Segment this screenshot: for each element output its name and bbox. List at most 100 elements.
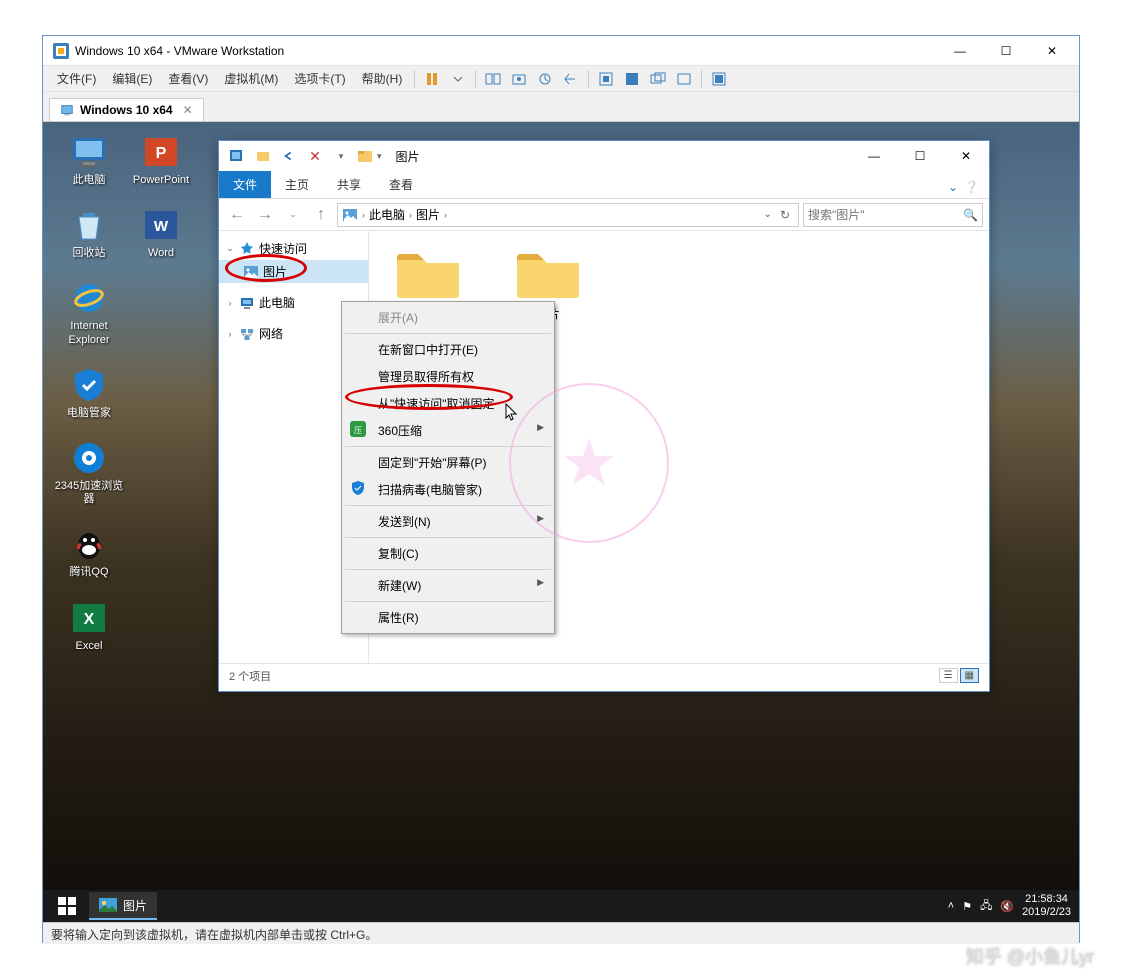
- ppt-icon: P: [141, 132, 181, 172]
- context-menu-item-8[interactable]: 扫描病毒(电脑管家): [344, 476, 552, 503]
- vmware-window: Windows 10 x64 - VMware Workstation — ☐ …: [42, 35, 1080, 943]
- windows-icon: [58, 897, 76, 915]
- desktop-icon-qq[interactable]: 腾讯QQ: [53, 524, 125, 579]
- search-input[interactable]: [808, 208, 963, 222]
- qat-properties-icon[interactable]: [225, 144, 249, 168]
- taskbar: 图片 ˄ ⚑ 🖧 🔇 21:58:34 2019/2/23: [43, 890, 1079, 922]
- context-menu-item-4[interactable]: 从"快速访问"取消固定: [344, 390, 552, 417]
- nav-back-button[interactable]: ←: [225, 203, 249, 227]
- ribbon-expand-icon[interactable]: ⌄ ❔: [938, 176, 989, 198]
- nav-up-button[interactable]: ↑: [309, 203, 333, 227]
- context-menu-separator: [345, 601, 551, 602]
- minimize-button[interactable]: —: [937, 37, 983, 65]
- vm-tab-close-icon[interactable]: ✕: [183, 103, 193, 117]
- explorer-addressbar: ← → ⌄ ↑ › 此电脑 › 图片 › ⌄ ↻ 🔍: [219, 199, 989, 231]
- close-button[interactable]: ✕: [1029, 37, 1075, 65]
- tree-pictures[interactable]: 图片: [219, 260, 368, 283]
- 2345-icon: [69, 438, 109, 478]
- menu-vm[interactable]: 虚拟机(M): [216, 67, 286, 90]
- taskbar-app-pictures[interactable]: 图片: [89, 892, 157, 920]
- menu-help[interactable]: 帮助(H): [354, 67, 411, 90]
- desktop-icon-ie[interactable]: Internet Explorer: [53, 278, 125, 346]
- system-tray: ˄ ⚑ 🖧 🔇 21:58:34 2019/2/23: [948, 893, 1075, 919]
- explorer-titlebar: ✕ ▾ ▾ 图片 — ☐ ✕: [219, 141, 989, 171]
- explorer-max-button[interactable]: ☐: [897, 142, 943, 170]
- pause-icon[interactable]: [421, 68, 443, 90]
- context-menu-item-2[interactable]: 在新窗口中打开(E): [344, 336, 552, 363]
- tray-network-icon[interactable]: 🖧: [980, 897, 992, 916]
- maximize-button[interactable]: ☐: [983, 37, 1029, 65]
- menu-tabs[interactable]: 选项卡(T): [286, 67, 353, 90]
- nav-fwd-button[interactable]: →: [253, 203, 277, 227]
- desktop-icon-recycle[interactable]: 回收站: [53, 205, 125, 260]
- svg-text:压: 压: [354, 426, 362, 435]
- menu-file[interactable]: 文件(F): [49, 67, 104, 90]
- start-button[interactable]: [47, 890, 87, 922]
- guest-desktop[interactable]: 此电脑 回收站 Internet Explorer 电脑管家 2345加速浏览器…: [43, 122, 1079, 922]
- desktop-icon-this-pc[interactable]: 此电脑: [53, 132, 125, 187]
- console-icon[interactable]: [673, 68, 695, 90]
- explorer-title: 图片: [382, 148, 851, 165]
- tray-flag-icon[interactable]: ⚑: [962, 900, 972, 913]
- desktop-icon-word[interactable]: WWord: [125, 205, 197, 260]
- address-pic-icon: [342, 207, 358, 223]
- excel-icon: X: [69, 598, 109, 638]
- context-menu-separator: [345, 446, 551, 447]
- breadcrumb-thispc[interactable]: 此电脑: [369, 206, 405, 223]
- qat-newfolder-icon[interactable]: [251, 144, 275, 168]
- explorer-close-button[interactable]: ✕: [943, 142, 989, 170]
- fit-icon[interactable]: [595, 68, 617, 90]
- ribbon-view-tab[interactable]: 查看: [375, 171, 427, 198]
- vm-tab-icon: [60, 103, 74, 117]
- breadcrumb-pictures[interactable]: 图片: [416, 206, 440, 223]
- qat-dropdown-icon[interactable]: ▾: [329, 144, 353, 168]
- qat-delete-icon[interactable]: ✕: [303, 144, 327, 168]
- context-menu-separator: [345, 333, 551, 334]
- qat-undo-icon[interactable]: [277, 144, 301, 168]
- desktop-icon-excel[interactable]: XExcel: [53, 598, 125, 653]
- dropdown-icon[interactable]: [447, 68, 469, 90]
- desktop-icon-ppt[interactable]: PPowerPoint: [125, 132, 197, 187]
- send-cad-icon[interactable]: [482, 68, 504, 90]
- view-large-icon[interactable]: ▦: [960, 668, 979, 683]
- 360-icon: 压: [350, 421, 366, 437]
- library-icon[interactable]: [708, 68, 730, 90]
- snapshot-icon[interactable]: [508, 68, 530, 90]
- tray-volume-icon[interactable]: 🔇: [1000, 900, 1014, 913]
- desktop-icon-guanjia[interactable]: 电脑管家: [53, 365, 125, 420]
- address-refresh-icon[interactable]: ↻: [776, 208, 794, 222]
- context-menu-item-12[interactable]: 复制(C): [344, 540, 552, 567]
- nav-history-dropdown[interactable]: ⌄: [281, 203, 305, 227]
- snapshot-mgr-icon[interactable]: [534, 68, 556, 90]
- explorer-ribbon: 文件 主页 共享 查看 ⌄ ❔: [219, 171, 989, 199]
- address-box[interactable]: › 此电脑 › 图片 › ⌄ ↻: [337, 203, 799, 227]
- ribbon-share-tab[interactable]: 共享: [323, 171, 375, 198]
- menu-view[interactable]: 查看(V): [160, 67, 216, 90]
- desktop-icon-2345[interactable]: 2345加速浏览器: [53, 438, 125, 506]
- svg-text:X: X: [84, 611, 95, 628]
- ribbon-home-tab[interactable]: 主页: [271, 171, 323, 198]
- explorer-min-button[interactable]: —: [851, 142, 897, 170]
- context-menu-item-10[interactable]: 发送到(N): [344, 508, 552, 535]
- folder-icon: [393, 245, 463, 301]
- ribbon-file-tab[interactable]: 文件: [219, 171, 271, 198]
- tray-up-icon[interactable]: ˄: [948, 900, 954, 912]
- revert-icon[interactable]: [560, 68, 582, 90]
- search-box[interactable]: 🔍: [803, 203, 983, 227]
- context-menu-item-7[interactable]: 固定到"开始"屏幕(P): [344, 449, 552, 476]
- context-menu-item-5[interactable]: 压360压缩: [344, 417, 552, 444]
- menu-edit[interactable]: 编辑(E): [104, 67, 160, 90]
- fullscreen-icon[interactable]: [621, 68, 643, 90]
- search-icon[interactable]: 🔍: [963, 208, 978, 222]
- unity-icon[interactable]: [647, 68, 669, 90]
- context-menu-item-16[interactable]: 属性(R): [344, 604, 552, 631]
- address-dropdown-icon[interactable]: ⌄: [764, 209, 772, 220]
- vm-tab[interactable]: Windows 10 x64 ✕: [49, 98, 204, 121]
- guanjia-small-icon: [350, 480, 366, 496]
- context-menu-item-3[interactable]: 管理员取得所有权: [344, 363, 552, 390]
- tree-quick-access[interactable]: ⌄ 快速访问: [219, 237, 368, 260]
- tray-clock[interactable]: 21:58:34 2019/2/23: [1022, 893, 1071, 919]
- view-details-icon[interactable]: ☰: [939, 668, 958, 683]
- context-menu-item-14[interactable]: 新建(W): [344, 572, 552, 599]
- folder-icon: [513, 245, 583, 301]
